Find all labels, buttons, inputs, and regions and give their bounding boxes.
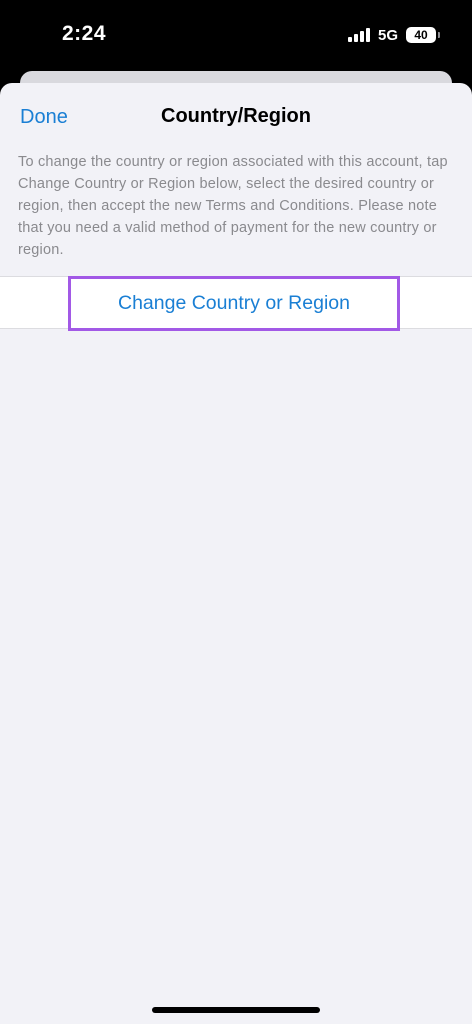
status-bar: 2:24 5G 40 (0, 0, 472, 70)
screen: 2:24 5G 40 Done Country/Region To change… (0, 0, 472, 1024)
status-time: 2:24 (62, 22, 107, 45)
battery-icon: 40 (406, 27, 440, 43)
country-region-sheet: Done Country/Region To change the countr… (0, 83, 472, 1024)
signal-icon (347, 28, 370, 42)
change-country-button[interactable]: Change Country or Region (68, 276, 400, 331)
network-type: 5G (377, 26, 398, 44)
change-country-row: Change Country or Region (0, 276, 472, 331)
status-indicators: 5G 40 (347, 24, 440, 46)
navigation-bar: Done Country/Region (0, 83, 472, 151)
battery-level: 40 (414, 28, 428, 42)
description-text: To change the country or region associat… (18, 154, 448, 258)
page-title: Country/Region (161, 105, 311, 127)
home-indicator[interactable] (152, 1007, 320, 1013)
